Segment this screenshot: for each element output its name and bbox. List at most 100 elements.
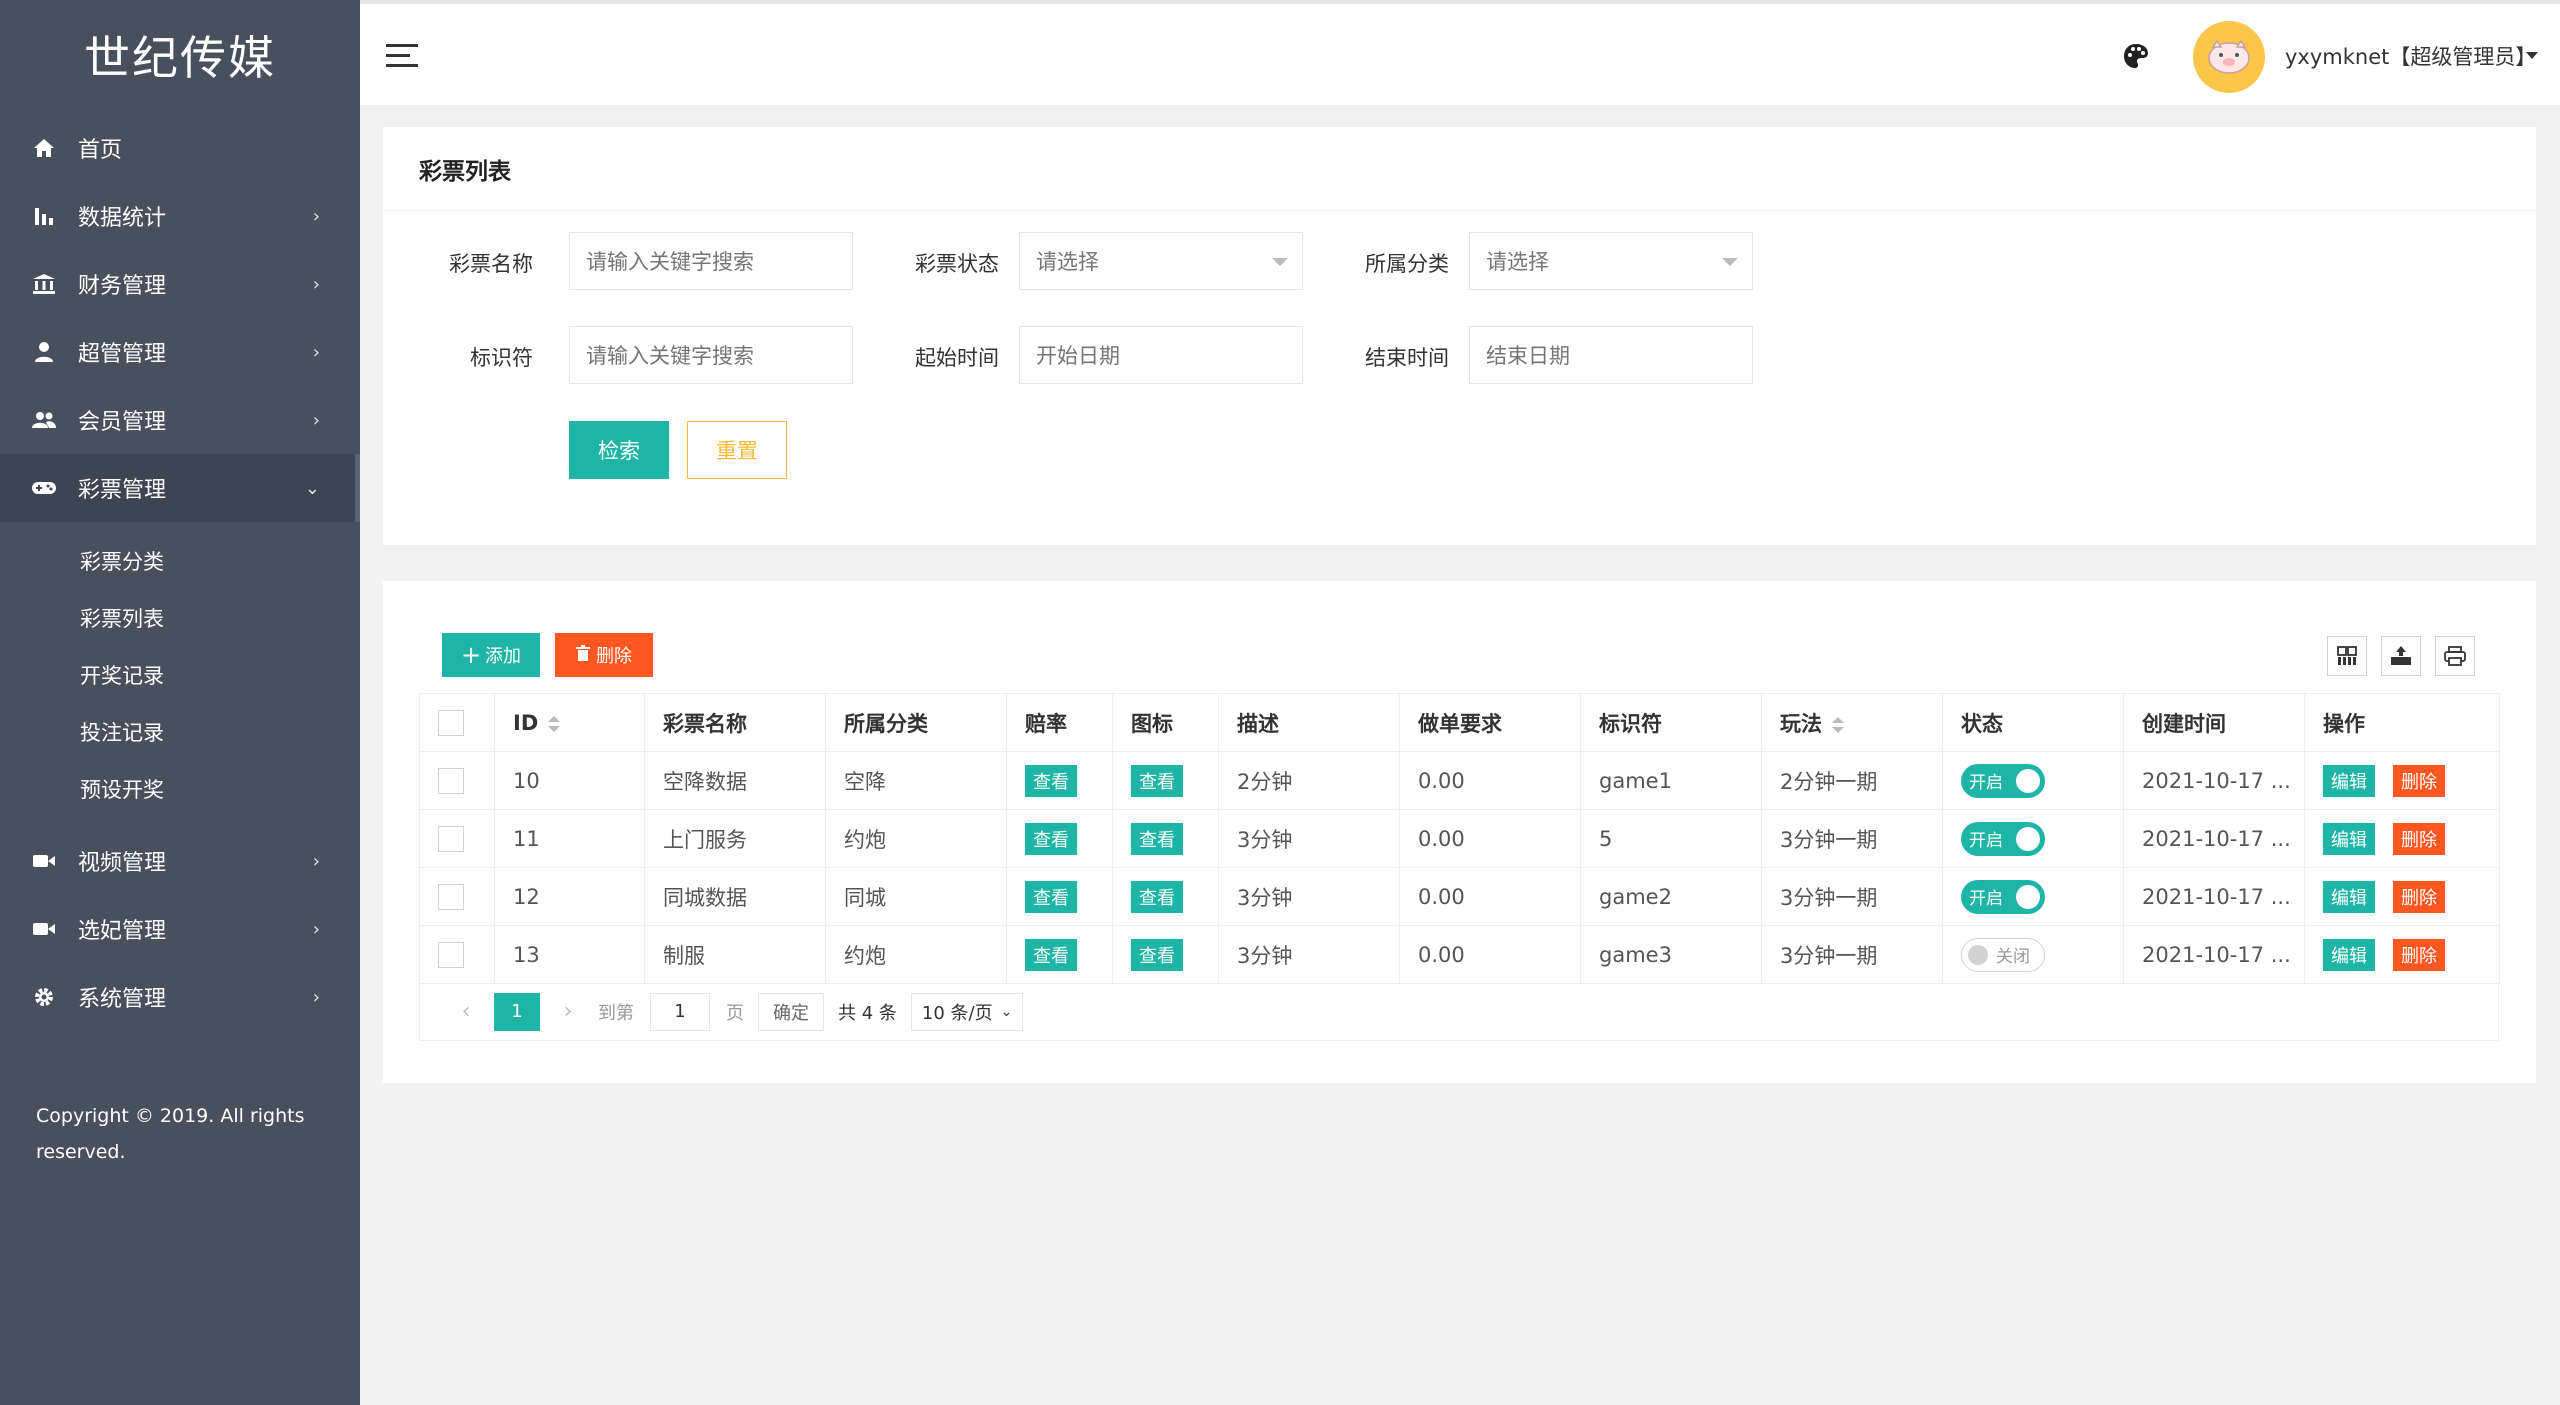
page-size-select[interactable]: 10 条/页 ⌄ xyxy=(910,992,1023,1031)
edit-button[interactable]: 编辑 xyxy=(2323,822,2375,855)
export-icon[interactable] xyxy=(2381,636,2421,676)
lottery-status-select[interactable]: 请选择 xyxy=(1019,232,1303,290)
column-header-status: 状态 xyxy=(1942,693,2124,752)
end-date-input[interactable]: 结束日期 xyxy=(1469,326,1753,384)
category-select[interactable]: 请选择 xyxy=(1469,232,1753,290)
cell-id: 11 xyxy=(494,809,645,868)
username[interactable]: yxymknet【超级管理员】 xyxy=(2285,41,2536,71)
chevron-right-icon: › xyxy=(312,986,320,1008)
nav-lottery[interactable]: 彩票管理 ⌄ xyxy=(0,454,360,522)
cell-actions: 编辑 删除 xyxy=(2304,751,2500,810)
next-page-icon[interactable]: › xyxy=(548,999,588,1024)
table-row: 13 制服 约炮 查看 查看 3分钟 0.00 game3 3分钟一期 关闭 2021-10-17 … xyxy=(419,925,2500,984)
cell-description: 3分钟 xyxy=(1218,925,1400,984)
sidebar: 世纪传媒 首页 数据统计 › 财务管理 › 超管管理 › 会员管理 › 彩票管理… xyxy=(0,0,360,1405)
nav-finance[interactable]: 财务管理 › xyxy=(0,250,360,318)
column-header-name: 彩票名称 xyxy=(644,693,826,752)
subnav-lottery-category[interactable]: 彩票分类 xyxy=(0,532,360,589)
chevron-down-icon: ⌄ xyxy=(1000,1003,1013,1020)
lottery-table: ID 彩票名称 所属分类 赔率 图标 描述 做单要求 标识符 玩法 状态 创建时… xyxy=(419,693,2500,984)
start-date-input[interactable]: 开始日期 xyxy=(1019,326,1303,384)
avatar[interactable] xyxy=(2193,21,2265,93)
subnav-draw-records[interactable]: 开奖记录 xyxy=(0,646,360,703)
view-icon-button[interactable]: 查看 xyxy=(1131,880,1183,913)
column-header-category: 所属分类 xyxy=(825,693,1007,752)
goto-confirm-button[interactable]: 确定 xyxy=(758,992,824,1031)
status-toggle[interactable]: 开启 xyxy=(1961,763,2045,798)
cell-name: 制服 xyxy=(644,925,826,984)
cell-requirement: 0.00 xyxy=(1399,925,1581,984)
row-checkbox[interactable] xyxy=(419,751,495,810)
video-camera-icon xyxy=(32,849,56,873)
nav-system[interactable]: 系统管理 › xyxy=(0,963,360,1031)
nav-selection[interactable]: 选妃管理 › xyxy=(0,895,360,963)
delete-button[interactable]: 删除 xyxy=(2393,764,2445,797)
row-checkbox[interactable] xyxy=(419,925,495,984)
category-label: 所属分类 xyxy=(1365,252,1449,276)
delete-button[interactable]: 删除 xyxy=(2393,938,2445,971)
row-checkbox[interactable] xyxy=(419,867,495,926)
reset-button[interactable]: 重置 xyxy=(687,421,787,479)
total-count: 共 4 条 xyxy=(838,1002,897,1024)
delete-button[interactable]: 删除 xyxy=(2393,880,2445,913)
menu-toggle-icon[interactable] xyxy=(386,44,418,68)
column-header-odds: 赔率 xyxy=(1006,693,1113,752)
edit-button[interactable]: 编辑 xyxy=(2323,880,2375,913)
cell-status: 关闭 xyxy=(1942,925,2124,984)
print-icon[interactable] xyxy=(2435,636,2475,676)
nav-video[interactable]: 视频管理 › xyxy=(0,827,360,895)
edit-button[interactable]: 编辑 xyxy=(2323,764,2375,797)
search-button[interactable]: 检索 xyxy=(569,421,669,479)
subnav-lottery-list[interactable]: 彩票列表 xyxy=(0,589,360,646)
row-checkbox[interactable] xyxy=(419,809,495,868)
status-toggle[interactable]: 开启 xyxy=(1961,879,2045,914)
top-header: yxymknet【超级管理员】 xyxy=(360,0,2560,105)
status-toggle[interactable]: 关闭 xyxy=(1961,937,2045,972)
nav-home[interactable]: 首页 xyxy=(0,114,360,182)
edit-button[interactable]: 编辑 xyxy=(2323,938,2375,971)
cell-play: 3分钟一期 xyxy=(1761,867,1943,926)
nav-label: 数据统计 xyxy=(78,206,167,231)
cell-status: 开启 xyxy=(1942,751,2124,810)
subnav-bet-records[interactable]: 投注记录 xyxy=(0,703,360,760)
caret-down-icon[interactable] xyxy=(2526,52,2538,59)
view-icon-button[interactable]: 查看 xyxy=(1131,822,1183,855)
sort-icon[interactable] xyxy=(548,715,561,732)
view-icon-button[interactable]: 查看 xyxy=(1131,764,1183,797)
view-odds-button[interactable]: 查看 xyxy=(1025,938,1077,971)
status-toggle[interactable]: 开启 xyxy=(1961,821,2045,856)
page-title: 彩票列表 xyxy=(383,127,2536,211)
bar-chart-icon xyxy=(32,204,56,228)
column-header-identifier: 标识符 xyxy=(1580,693,1762,752)
column-header-id[interactable]: ID xyxy=(494,693,645,752)
view-odds-button[interactable]: 查看 xyxy=(1025,764,1077,797)
delete-button[interactable]: 删除 xyxy=(2393,822,2445,855)
view-odds-button[interactable]: 查看 xyxy=(1025,880,1077,913)
nav-data-stats[interactable]: 数据统计 › xyxy=(0,182,360,250)
cell-icon: 查看 xyxy=(1112,809,1219,868)
sort-icon[interactable] xyxy=(1832,716,1844,733)
palette-icon[interactable] xyxy=(2122,42,2152,72)
app-logo: 世纪传媒 xyxy=(84,31,276,85)
cell-category: 同城 xyxy=(825,867,1007,926)
add-button[interactable]: + 添加 xyxy=(442,633,540,677)
subnav-preset-draw[interactable]: 预设开奖 xyxy=(0,760,360,817)
columns-filter-icon[interactable] xyxy=(2327,636,2367,676)
cell-identifier: 5 xyxy=(1580,809,1762,868)
nav-members[interactable]: 会员管理 › xyxy=(0,386,360,454)
column-header-play[interactable]: 玩法 xyxy=(1761,693,1943,752)
chevron-right-icon: › xyxy=(312,918,320,940)
cell-requirement: 0.00 xyxy=(1399,867,1581,926)
nav-admin[interactable]: 超管管理 › xyxy=(0,318,360,386)
goto-page-input[interactable]: 1 xyxy=(650,992,710,1031)
select-all-checkbox[interactable] xyxy=(419,693,495,752)
lottery-name-input[interactable]: 请输入关键字搜索 xyxy=(569,232,853,290)
cell-icon: 查看 xyxy=(1112,925,1219,984)
bulk-delete-button[interactable]: 删除 xyxy=(555,633,653,677)
pagination: ‹ 1 › 到第 1 页 确定 共 4 条 10 条/页 ⌄ xyxy=(419,983,2499,1041)
view-odds-button[interactable]: 查看 xyxy=(1025,822,1077,855)
prev-page-icon[interactable]: ‹ xyxy=(446,999,486,1024)
current-page[interactable]: 1 xyxy=(494,992,540,1031)
identifier-input[interactable]: 请输入关键字搜索 xyxy=(569,326,853,384)
view-icon-button[interactable]: 查看 xyxy=(1131,938,1183,971)
